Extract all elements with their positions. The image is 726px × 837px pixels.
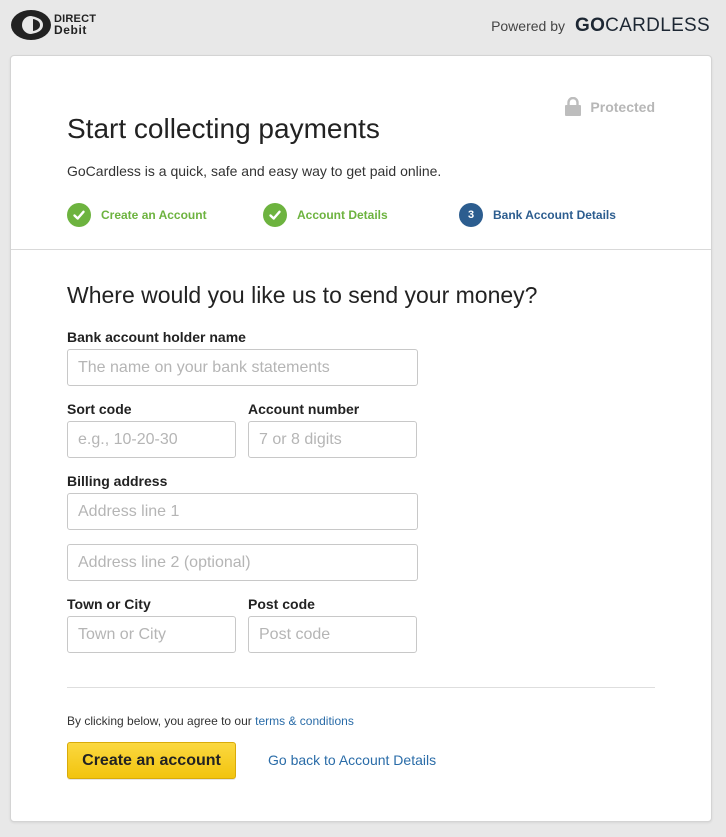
powered-by-label: Powered by — [491, 18, 565, 34]
check-circle-icon — [67, 203, 91, 227]
back-to-account-details-link[interactable]: Go back to Account Details — [268, 752, 436, 768]
form-title: Where would you like us to send your mon… — [67, 282, 538, 308]
sort-code-label: Sort code — [67, 401, 132, 417]
town-input[interactable] — [67, 616, 236, 653]
gocardless-logo-rest: CARDLESS — [605, 15, 710, 36]
protected-label: Protected — [590, 98, 655, 115]
step-bank-account-details: 3 Bank Account Details — [459, 203, 616, 227]
form-divider — [67, 687, 655, 688]
step-label: Create an Account — [101, 208, 207, 222]
step-label: Account Details — [297, 208, 388, 222]
lock-icon — [565, 97, 582, 116]
step-number-badge: 3 — [459, 203, 483, 227]
progress-steps: Create an Account Account Details 3 Bank… — [67, 203, 667, 229]
step-account-details: Account Details — [263, 203, 388, 227]
top-bar: DIRECT Debit Powered by GOCARDLESS — [0, 0, 726, 54]
sort-code-input[interactable] — [67, 421, 236, 458]
address-line2-input[interactable] — [67, 544, 418, 581]
account-number-label: Account number — [248, 401, 360, 417]
holder-name-label: Bank account holder name — [67, 329, 246, 345]
gocardless-logo: GOCARDLESS — [575, 15, 710, 37]
create-account-button[interactable]: Create an account — [67, 742, 236, 779]
post-code-input[interactable] — [248, 616, 417, 653]
account-number-input[interactable] — [248, 421, 417, 458]
post-code-label: Post code — [248, 596, 315, 612]
direct-debit-line2: Debit — [54, 23, 87, 37]
terms-notice: By clicking below, you agree to our term… — [67, 714, 354, 728]
step-label: Bank Account Details — [493, 208, 616, 222]
terms-link[interactable]: terms & conditions — [255, 714, 354, 728]
protected-indicator: Protected — [565, 97, 655, 116]
direct-debit-logo-icon — [11, 10, 51, 40]
billing-address-label: Billing address — [67, 473, 168, 489]
section-divider — [11, 249, 711, 250]
step-create-account: Create an Account — [67, 203, 207, 227]
page-subtitle: GoCardless is a quick, safe and easy way… — [67, 163, 442, 179]
town-label: Town or City — [67, 596, 151, 612]
terms-notice-text: By clicking below, you agree to our — [67, 714, 256, 728]
holder-name-input[interactable] — [67, 349, 418, 386]
signup-card: Protected Start collecting payments GoCa… — [10, 55, 712, 822]
direct-debit-logo: DIRECT Debit — [10, 9, 96, 41]
page-title: Start collecting payments — [67, 113, 380, 144]
gocardless-logo-bold: GO — [575, 15, 606, 36]
check-circle-icon — [263, 203, 287, 227]
address-line1-input[interactable] — [67, 493, 418, 530]
powered-by: Powered by GOCARDLESS — [491, 15, 710, 37]
